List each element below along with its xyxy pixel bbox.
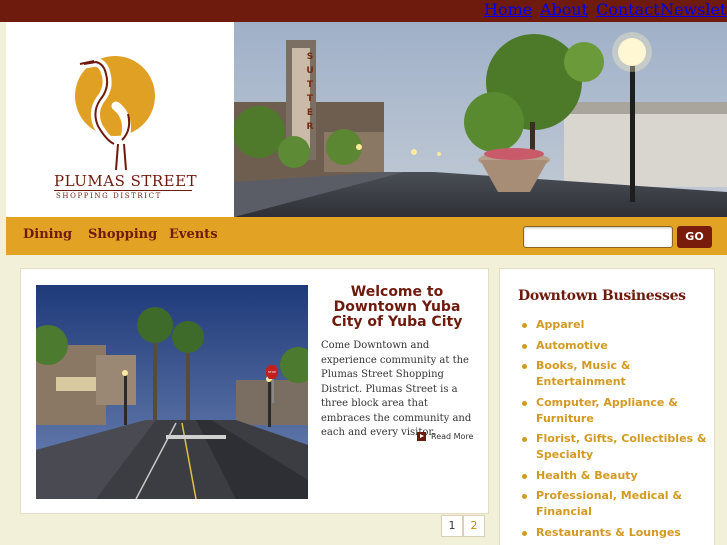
feature-title: Welcome to Downtown Yuba City of Yuba Ci… (331, 284, 463, 330)
hero-sign: S U T T E R (306, 52, 314, 132)
feature-street-scene (36, 285, 308, 499)
feature-photo: STOP (36, 285, 308, 499)
bullet-icon (522, 323, 527, 328)
category-apparel[interactable]: Apparel (522, 317, 712, 333)
pagination-page-1[interactable]: 1 (441, 515, 463, 537)
logo-subtitle: SHOPPING DISTRICT (56, 192, 162, 200)
category-computer-appliance-furniture[interactable]: Computer, Appliance & Furniture (522, 395, 712, 427)
bullet-icon (522, 530, 527, 536)
logo-title: PLUMAS STREET (54, 172, 198, 190)
sidebar-title: Downtown Businesses (518, 288, 686, 304)
top-nav-about[interactable]: About (540, 0, 588, 19)
top-nav-newsletters[interactable]: Newsletters (660, 0, 727, 19)
nav-events[interactable]: Events (169, 227, 218, 242)
hero-image: S U T T E R (234, 22, 727, 217)
play-arrow-icon (417, 432, 426, 441)
nav-dining[interactable]: Dining (23, 227, 72, 242)
site-logo[interactable]: PLUMAS STREET SHOPPING DISTRICT (6, 22, 234, 217)
category-florist-gifts[interactable]: Florist, Gifts, Collectibles & Specialty (522, 431, 712, 463)
category-books-music-entertainment[interactable]: Books, Music & Entertainment (522, 358, 712, 390)
main-nav: Dining Shopping Events GO (6, 217, 727, 255)
category-health-beauty[interactable]: Health & Beauty (522, 468, 712, 484)
bullet-icon (522, 364, 527, 369)
category-automotive[interactable]: Automotive (522, 338, 712, 354)
top-nav-contact[interactable]: Contact (596, 0, 660, 19)
top-nav-home[interactable]: Home (484, 0, 532, 19)
logo-divider (54, 190, 192, 191)
feature-body: Come Downtown and experience community a… (321, 340, 472, 438)
feature-stop-sign-text: STOP (268, 370, 276, 374)
pagination-page-2[interactable]: 2 (463, 515, 485, 537)
site-header: PLUMAS STREET SHOPPING DISTRICT S U T T … (6, 22, 727, 217)
nav-shopping[interactable]: Shopping (88, 227, 157, 242)
read-more-link[interactable]: Read More (417, 432, 473, 441)
bullet-icon (522, 400, 527, 406)
read-more-label: Read More (431, 432, 474, 441)
bullet-icon (522, 473, 527, 479)
bullet-icon (522, 494, 527, 499)
top-bar: Home About Contact Newsletters (0, 0, 727, 22)
category-restaurants-lounges[interactable]: Restaurants & Lounges (522, 525, 712, 541)
bullet-icon (522, 343, 527, 349)
category-professional-medical-financial[interactable]: Professional, Medical & Financial (522, 488, 712, 520)
heron-icon (79, 57, 131, 171)
business-category-list: Apparel Automotive Books, Music & Entert… (522, 317, 712, 545)
search-input[interactable] (523, 226, 673, 248)
businesses-sidebar: Downtown Businesses Apparel Automotive B… (499, 268, 715, 545)
bullet-icon (522, 437, 527, 442)
search-go-button[interactable]: GO (677, 226, 712, 248)
